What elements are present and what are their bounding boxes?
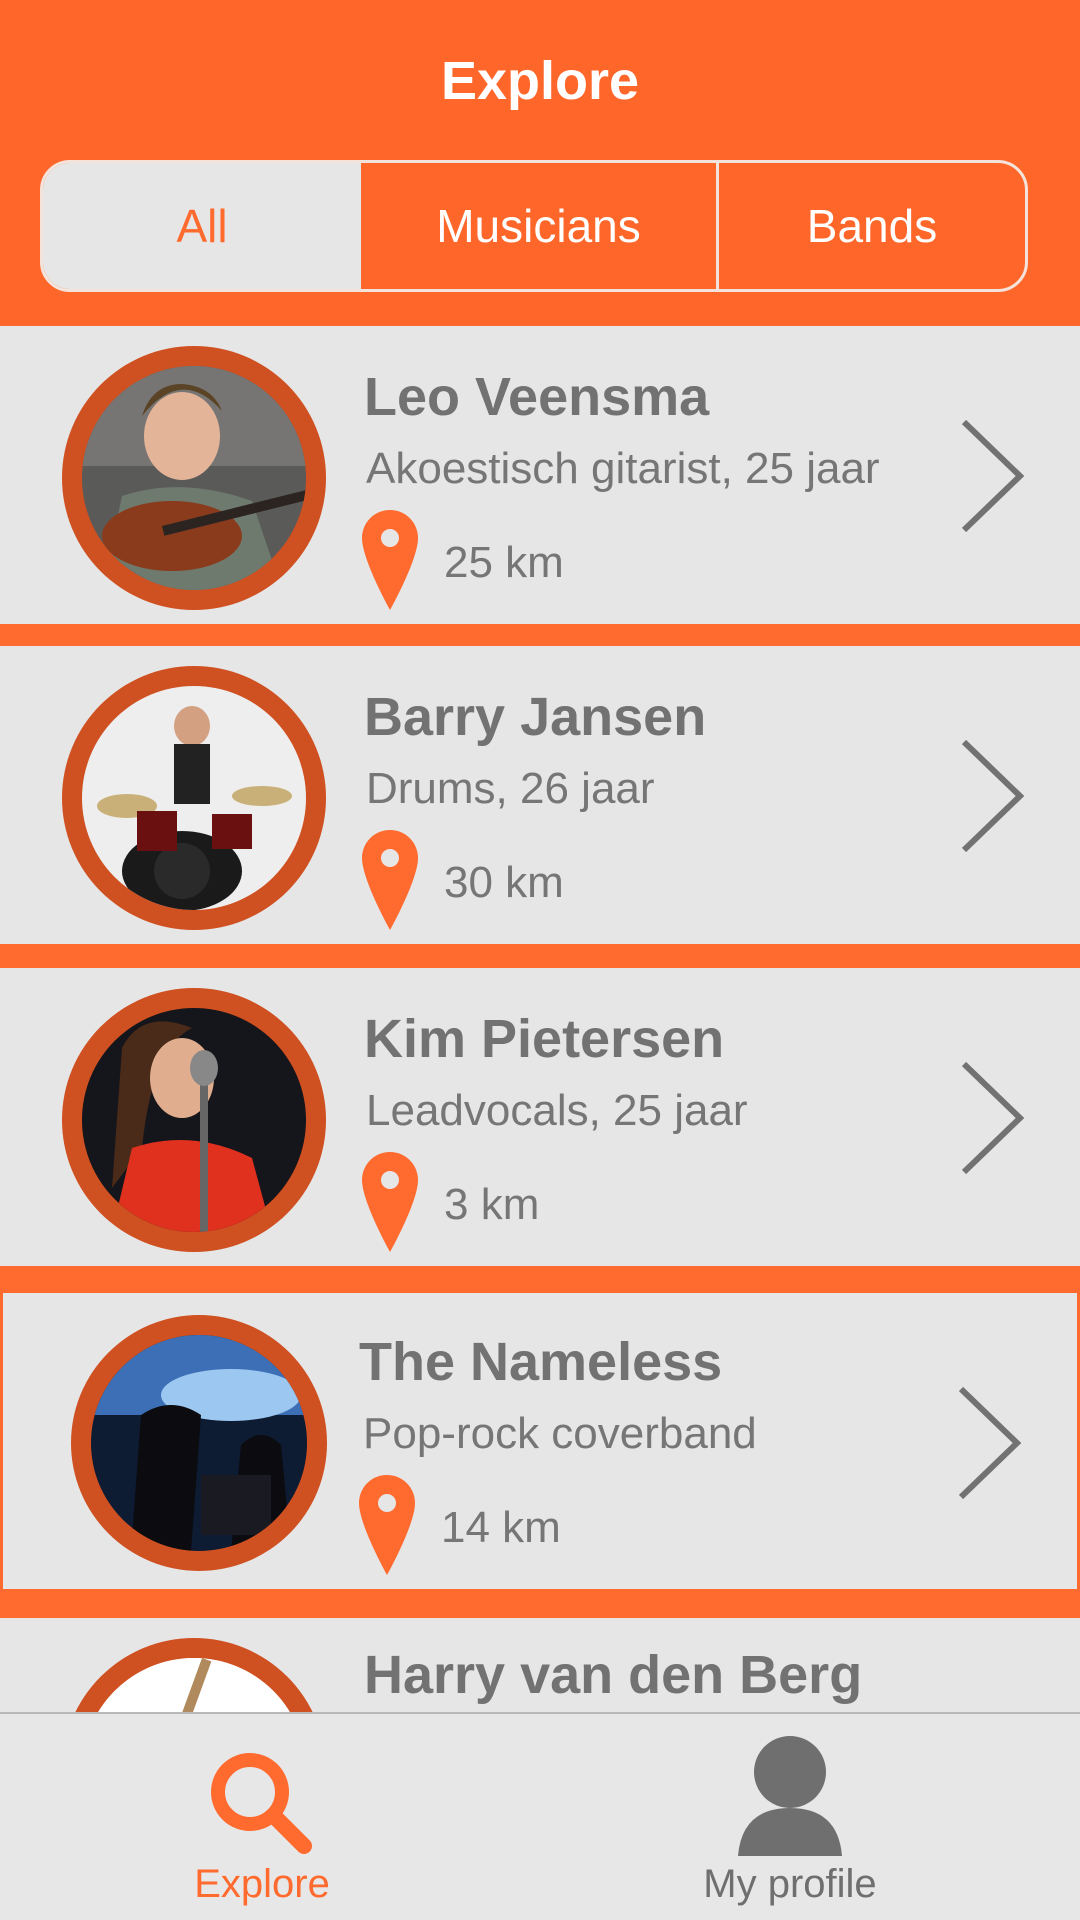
item-name: Barry Jansen xyxy=(364,687,707,747)
segment-musicians[interactable]: Musicians xyxy=(361,163,719,289)
filter-segmented-control: All Musicians Bands xyxy=(40,160,1028,292)
item-distance: 25 km xyxy=(444,538,564,587)
chevron-right-icon xyxy=(958,1386,1022,1500)
item-name: Kim Pietersen xyxy=(364,1009,725,1069)
avatar-photo xyxy=(91,1335,307,1551)
list-item[interactable]: Kim Pietersen Leadvocals, 25 jaar 3 km xyxy=(0,968,1080,1266)
list-item[interactable]: Barry Jansen Drums, 26 jaar 30 km xyxy=(0,646,1080,944)
avatar xyxy=(62,666,326,930)
item-name: Leo Veensma xyxy=(364,367,710,427)
tab-explore-label: Explore xyxy=(194,1862,330,1906)
location-pin-icon xyxy=(362,1152,418,1252)
list-item[interactable]: Leo Veensma Akoestisch gitarist, 25 jaar… xyxy=(0,326,1080,624)
chevron-right-icon xyxy=(961,419,1025,533)
item-distance: 14 km xyxy=(441,1503,561,1552)
avatar-photo xyxy=(82,366,306,590)
location-pin-icon xyxy=(359,1475,415,1575)
avatar-photo xyxy=(82,1008,306,1232)
item-distance: 3 km xyxy=(444,1180,540,1229)
segment-all[interactable]: All xyxy=(43,163,361,289)
user-icon xyxy=(738,1736,842,1856)
location-pin-icon xyxy=(362,830,418,930)
item-subtitle: Akoestisch gitarist, 25 jaar xyxy=(366,444,880,493)
item-subtitle: Leadvocals, 25 jaar xyxy=(366,1086,748,1135)
avatar-photo xyxy=(82,686,306,910)
chevron-right-icon xyxy=(961,1061,1025,1175)
avatar xyxy=(62,1638,326,1712)
tab-explore[interactable]: Explore xyxy=(112,1714,412,1920)
avatar xyxy=(62,346,326,610)
item-name: The Nameless xyxy=(359,1332,723,1392)
item-distance: 30 km xyxy=(444,858,564,907)
segment-bands[interactable]: Bands xyxy=(719,163,1025,289)
avatar-photo xyxy=(82,1658,306,1712)
tab-my-profile[interactable]: My profile xyxy=(640,1714,940,1920)
list-item[interactable]: Harry van den Berg xyxy=(0,1618,1080,1712)
search-icon xyxy=(211,1753,312,1854)
item-subtitle: Drums, 26 jaar xyxy=(366,764,655,813)
item-subtitle: Pop-rock coverband xyxy=(363,1409,757,1458)
chevron-right-icon xyxy=(961,739,1025,853)
item-name: Harry van den Berg xyxy=(364,1645,863,1705)
page-title: Explore xyxy=(440,51,640,111)
tab-my-profile-label: My profile xyxy=(703,1862,877,1906)
location-pin-icon xyxy=(362,510,418,610)
list-item[interactable]: The Nameless Pop-rock coverband 14 km xyxy=(0,1290,1080,1592)
bottom-tab-bar: Explore My profile xyxy=(0,1712,1080,1920)
avatar xyxy=(62,988,326,1252)
avatar xyxy=(71,1315,327,1571)
header: Explore All Musicians Bands xyxy=(0,0,1080,326)
